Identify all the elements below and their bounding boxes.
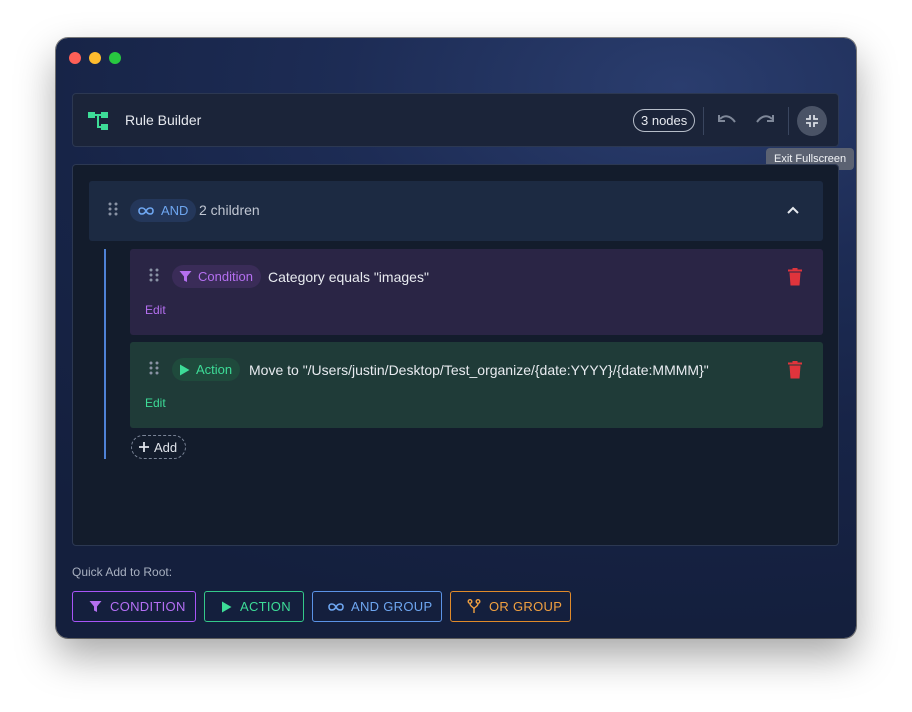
node-count-badge: 3 nodes [633,109,696,132]
window-controls [69,52,121,64]
play-icon [180,364,190,375]
quick-add-condition-label: CONDITION [110,599,186,614]
action-card[interactable]: Action Move to "/Users/justin/Desktop/Te… [130,342,823,428]
exit-fullscreen-icon [806,115,818,127]
condition-type-chip: Condition [172,265,261,288]
filter-icon [179,271,192,282]
add-child-label: Add [154,439,178,455]
toolbar-divider [703,107,704,135]
fork-icon [467,599,481,613]
rule-builder-header: Rule Builder 3 nodes [72,93,839,147]
close-window-button[interactable] [69,52,81,64]
infinity-icon [138,206,154,215]
page-title: Rule Builder [125,112,202,128]
exit-fullscreen-button[interactable] [797,106,827,136]
zoom-window-button[interactable] [109,52,121,64]
plus-icon [139,442,149,452]
condition-card[interactable]: Condition Category equals "images" Edit [130,249,823,335]
drag-handle-icon[interactable] [148,268,160,282]
quick-add-action-button[interactable]: ACTION [204,591,304,622]
and-operator-label: AND [161,203,189,218]
action-type-label: Action [196,362,233,377]
rule-canvas: AND 2 children Condition Category equals… [72,164,839,546]
quick-add-and-group-label: AND GROUP [351,599,433,614]
redo-button[interactable] [753,109,777,133]
toolbar-divider [788,107,789,135]
quick-add-label: Quick Add to Root: [72,565,173,579]
drag-handle-icon[interactable] [148,361,160,375]
redo-icon [756,115,774,123]
undo-icon [718,115,736,123]
trash-icon[interactable] [787,361,803,379]
play-icon [222,601,232,612]
filter-icon [89,601,102,612]
group-branch-line [104,249,106,459]
quick-add-or-group-label: OR GROUP [489,599,563,614]
drag-handle-icon[interactable] [107,202,119,216]
quick-add-condition-button[interactable]: CONDITION [72,591,196,622]
infinity-icon [328,602,344,611]
condition-type-label: Condition [198,269,253,284]
undo-button[interactable] [715,109,739,133]
children-count: 2 children [199,202,260,218]
quick-add-and-group-button[interactable]: AND GROUP [312,591,442,622]
action-description: Move to "/Users/justin/Desktop/Test_orga… [249,362,709,378]
and-operator-chip[interactable]: AND [130,199,197,222]
and-group-row[interactable]: AND 2 children [89,181,823,241]
quick-add-action-label: ACTION [240,599,291,614]
add-child-button[interactable]: Add [131,435,186,459]
app-window: Rule Builder 3 nodes Exit Fullscreen AND… [56,38,856,638]
chevron-up-icon[interactable] [783,200,803,220]
tree-structure-icon [88,112,108,130]
action-edit-link[interactable]: Edit [145,396,166,410]
minimize-window-button[interactable] [89,52,101,64]
condition-description: Category equals "images" [268,269,429,285]
action-type-chip: Action [172,358,241,381]
trash-icon[interactable] [787,268,803,286]
condition-edit-link[interactable]: Edit [145,303,166,317]
quick-add-or-group-button[interactable]: OR GROUP [450,591,571,622]
